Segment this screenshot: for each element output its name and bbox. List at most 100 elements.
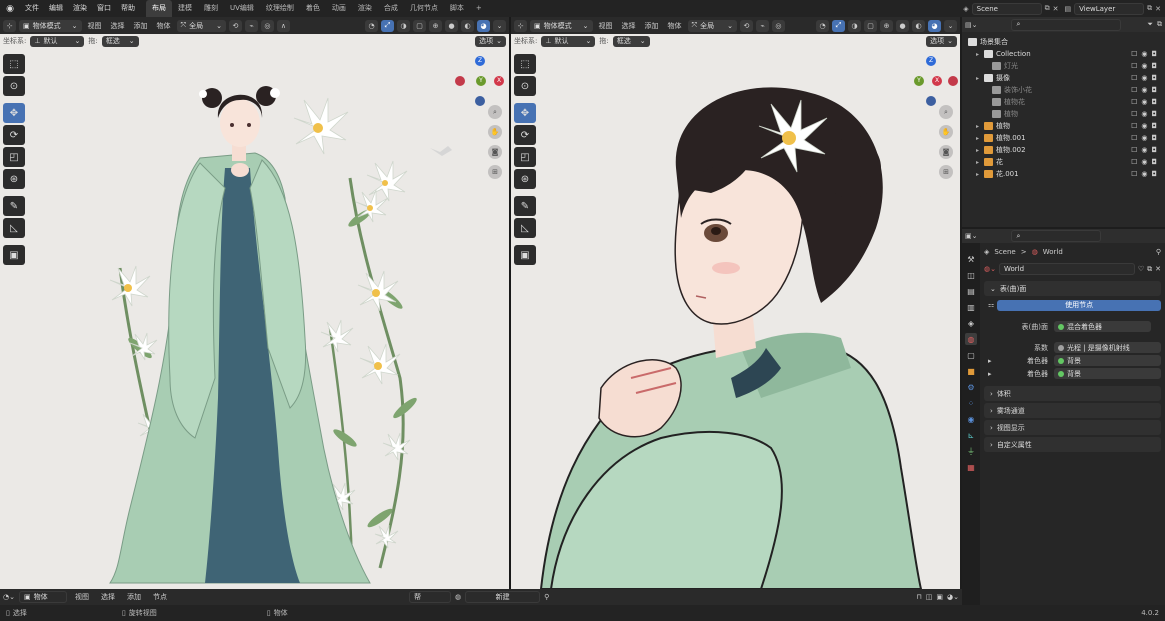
move-icon[interactable]: ✥ <box>514 103 536 123</box>
render-camera-icon[interactable]: ◘ <box>1151 170 1157 178</box>
physics-tab-icon[interactable]: ◉ <box>965 413 977 425</box>
shading-solid-icon[interactable]: ● <box>896 19 909 32</box>
world-tab-icon[interactable]: ◍ <box>965 333 977 345</box>
menu-add[interactable]: 添加 <box>642 21 662 31</box>
menu-object[interactable]: 物体 <box>154 21 174 31</box>
menu-select[interactable]: 选择 <box>619 21 639 31</box>
menu-file[interactable]: 文件 <box>20 0 44 17</box>
editor-type-icon[interactable]: ⊹ <box>3 19 16 32</box>
menu-select[interactable]: 选择 <box>108 21 128 31</box>
viewport-display-panel-header[interactable]: › 视图显示 <box>984 420 1161 435</box>
outliner-row[interactable]: ▸ 花.001 ☐ ◉ ◘ <box>962 168 1165 180</box>
outliner-row[interactable]: ▸ 花 ☐ ◉ ◘ <box>962 156 1165 168</box>
visibility-icon[interactable]: ◔ <box>816 19 829 32</box>
scale-icon[interactable]: ◰ <box>3 147 25 167</box>
workspace-tab-sculpting[interactable]: 雕刻 <box>198 0 224 17</box>
pivot-icon[interactable]: ⟲ <box>739 19 753 32</box>
scale-icon[interactable]: ◰ <box>514 147 536 167</box>
rotate-icon[interactable]: ⟳ <box>514 125 536 145</box>
expand-arrow-icon[interactable]: ▸ <box>976 135 984 142</box>
perspective-grid-icon[interactable]: ⊞ <box>939 165 953 179</box>
output-tab-icon[interactable]: ▤ <box>965 285 977 297</box>
menu-node[interactable]: 节点 <box>149 592 171 602</box>
gizmo-z-icon[interactable]: Z <box>926 56 936 66</box>
viewport-right[interactable]: ⊹ ▣ 物体模式 ⌄ 视图 选择 添加 物体 ⤧ 全局 ⌄ ⟲ ⌁ ◎ ◔ ⤢ ◑ ▢ … <box>511 17 960 589</box>
chevron-right-icon[interactable]: ▸ <box>984 370 994 378</box>
transform-icon[interactable]: ⊛ <box>3 169 25 189</box>
overlay-icon[interactable]: ◑ <box>397 19 410 32</box>
navigation-gizmo[interactable]: Z Y X <box>450 52 509 112</box>
editor-type-icon[interactable]: ◔⌄ <box>3 593 15 601</box>
pin-icon[interactable]: ⚲ <box>544 593 549 601</box>
xray-icon[interactable]: ▢ <box>864 19 877 32</box>
render-camera-icon[interactable]: ◘ <box>1151 86 1157 94</box>
orientation-default-selector[interactable]: ⊥ 默认 ⌄ <box>541 35 596 47</box>
options-button[interactable]: 选项 ⌄ <box>475 35 506 47</box>
outliner-row[interactable]: ▸ 植物.001 ☐ ◉ ◘ <box>962 132 1165 144</box>
menu-view[interactable]: 视图 <box>85 21 105 31</box>
shader2-value-field[interactable]: 背景 <box>1054 368 1161 379</box>
shader1-value-field[interactable]: 背景 <box>1054 355 1161 366</box>
measure-icon[interactable]: ◺ <box>3 218 25 238</box>
workspace-tab-layout[interactable]: 布局 <box>146 0 172 17</box>
render-camera-icon[interactable]: ◘ <box>1151 134 1157 142</box>
menu-view[interactable]: 视图 <box>71 592 93 602</box>
pan-hand-icon[interactable]: ✋ <box>488 125 502 139</box>
outliner-row[interactable]: ▸ 植物.002 ☐ ◉ ◘ <box>962 144 1165 156</box>
exclude-checkbox[interactable]: ☐ <box>1131 122 1137 130</box>
scene-selector[interactable]: Scene <box>971 2 1042 15</box>
menu-edit[interactable]: 编辑 <box>44 0 68 17</box>
backdrop-icon[interactable]: ▣ <box>936 593 943 601</box>
xray-icon[interactable]: ▢ <box>413 19 426 32</box>
expand-arrow-icon[interactable]: ▸ <box>976 123 984 130</box>
outliner-row[interactable]: 装饰小花 ☐ ◉ ◘ <box>962 84 1165 96</box>
navigation-gizmo[interactable]: Z Y X <box>906 52 960 112</box>
select-box-icon[interactable]: ⬚ <box>3 54 25 74</box>
add-cube-icon[interactable]: ▣ <box>3 245 25 265</box>
gizmo-neg-x-icon[interactable] <box>948 76 958 86</box>
visibility-eye-icon[interactable]: ◉ <box>1141 146 1147 154</box>
volume-panel-header[interactable]: › 体积 <box>984 386 1161 401</box>
shading-options-icon[interactable]: ⌄ <box>493 19 506 32</box>
render-tab-icon[interactable]: ◫ <box>965 269 977 281</box>
mist-panel-header[interactable]: › 雾场通道 <box>984 403 1161 418</box>
visibility-eye-icon[interactable]: ◉ <box>1141 74 1147 82</box>
gizmo-toggle-icon[interactable]: ⤢ <box>832 19 845 32</box>
data-tab-icon[interactable]: ⏚ <box>965 445 977 457</box>
shader-type-selector[interactable]: ▣ 物体 <box>18 591 67 603</box>
perspective-grid-icon[interactable]: ⊞ <box>488 165 502 179</box>
drag-selector[interactable]: 框选 ⌄ <box>612 35 650 47</box>
visibility-eye-icon[interactable]: ◉ <box>1141 50 1147 58</box>
render-camera-icon[interactable]: ◘ <box>1151 158 1157 166</box>
workspace-tab-rendering[interactable]: 渲染 <box>352 0 378 17</box>
exclude-checkbox[interactable]: ☐ <box>1131 170 1137 178</box>
gizmo-y-icon[interactable]: Y <box>476 76 486 86</box>
gizmo-x-icon[interactable]: X <box>494 76 504 86</box>
surface-panel-header[interactable]: ⌄ 表(曲)面 <box>984 281 1161 296</box>
workspace-tab-modeling[interactable]: 建模 <box>172 0 198 17</box>
use-nodes-button[interactable]: 使用节点 <box>997 299 1161 311</box>
expand-arrow-icon[interactable]: ▸ <box>976 159 984 166</box>
menu-view[interactable]: 视图 <box>596 21 616 31</box>
shading-rendered-icon[interactable]: ◕ <box>477 19 490 32</box>
expand-arrow-icon[interactable]: ▸ <box>976 147 984 154</box>
factor-value-field[interactable]: 光程 | 是摄像机射线 <box>1054 342 1161 353</box>
view-layer-tab-icon[interactable]: ▥ <box>965 301 977 313</box>
gizmo-y-icon[interactable]: Y <box>914 76 924 86</box>
viewport-left[interactable]: ⊹ ▣ 物体模式 ⌄ 视图 选择 添加 物体 ⤧ 全局 ⌄ ⟲ ⌁ ◎ ∧ ◔ ⤢ ◑ … <box>0 17 509 589</box>
chevron-right-icon[interactable]: ▸ <box>984 357 994 365</box>
exclude-checkbox[interactable]: ☐ <box>1131 74 1137 82</box>
tool-tab-icon[interactable]: ⚒ <box>965 253 977 265</box>
outliner-scene-collection[interactable]: 场景集合 <box>962 36 1165 48</box>
exclude-checkbox[interactable]: ☐ <box>1131 134 1137 142</box>
fake-user-icon[interactable]: ♡ <box>1138 265 1144 273</box>
outliner-search-input[interactable]: ⌕ <box>1011 18 1122 31</box>
mode-selector[interactable]: ▣ 物体模式 ⌄ <box>530 19 593 32</box>
annotate-icon[interactable]: ✎ <box>514 196 536 216</box>
shading-wireframe-icon[interactable]: ⊕ <box>429 19 442 32</box>
render-camera-icon[interactable]: ◘ <box>1151 98 1157 106</box>
pin-icon[interactable]: ⚲ <box>1156 248 1161 256</box>
gizmo-toggle-icon[interactable]: ⤢ <box>381 19 394 32</box>
shading-material-icon[interactable]: ◐ <box>461 19 474 32</box>
menu-add[interactable]: 添加 <box>131 21 151 31</box>
